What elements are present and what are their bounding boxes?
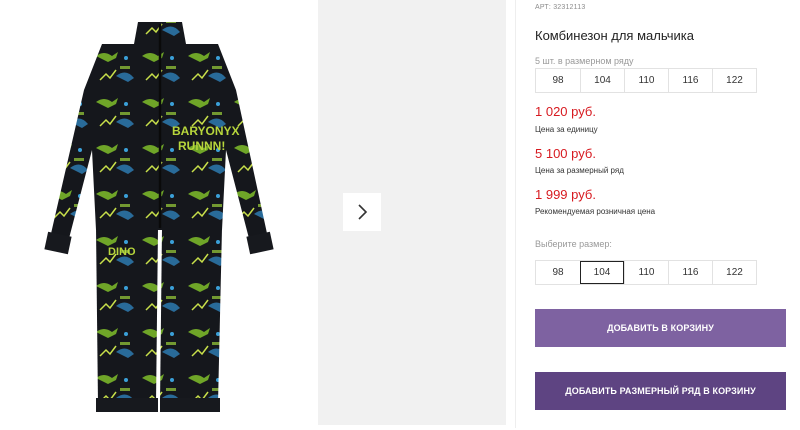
pack-size-104: 104 [580, 69, 624, 92]
pack-size-label: 5 шт. в размерном ряду [535, 56, 634, 66]
size-option-98[interactable]: 98 [536, 261, 580, 284]
pack-size-116: 116 [668, 69, 712, 92]
retail-price-label: Рекомендуемая розничная цена [535, 207, 656, 216]
add-size-row-to-cart-button[interactable]: ДОБАВИТЬ РАЗМЕРНЫЙ РЯД В КОРЗИНУ [535, 372, 786, 410]
chevron-right-icon [358, 204, 368, 220]
next-image-button[interactable] [343, 193, 381, 231]
product-image-main[interactable]: BARYONYX RUNNN! DINO [0, 0, 318, 425]
retail-price: 1 999 руб. [535, 187, 596, 202]
size-option-122[interactable]: 122 [712, 261, 756, 284]
row-price-label: Цена за размерный ряд [535, 166, 624, 175]
svg-text:DINO: DINO [108, 246, 136, 258]
jumpsuit-image: BARYONYX RUNNN! DINO [44, 22, 274, 412]
choose-size-label: Выберите размер: [535, 239, 612, 249]
size-option-104[interactable]: 104 [580, 261, 624, 284]
pack-size-122: 122 [712, 69, 756, 92]
divider [515, 0, 516, 428]
size-option-110[interactable]: 110 [624, 261, 668, 284]
add-to-cart-button[interactable]: ДОБАВИТЬ В КОРЗИНУ [535, 309, 786, 347]
pack-size-98: 98 [552, 75, 564, 86]
svg-text:BARYONYX: BARYONYX [172, 124, 240, 138]
pack-sizes: 98 104 110 116 122 [535, 68, 757, 93]
row-price: 5 100 руб. [535, 146, 596, 161]
size-selector: 98 104 110 116 122 [535, 260, 757, 285]
unit-price: 1 020 руб. [535, 104, 596, 119]
unit-price-label: Цена за единицу [535, 125, 598, 134]
product-sku: АРТ: 32312113 [535, 4, 586, 11]
svg-text:RUNNN!: RUNNN! [178, 139, 225, 153]
size-option-116[interactable]: 116 [668, 261, 712, 284]
product-title: Комбинезон для мальчика [535, 28, 694, 43]
pack-size-110: 110 [624, 69, 668, 92]
